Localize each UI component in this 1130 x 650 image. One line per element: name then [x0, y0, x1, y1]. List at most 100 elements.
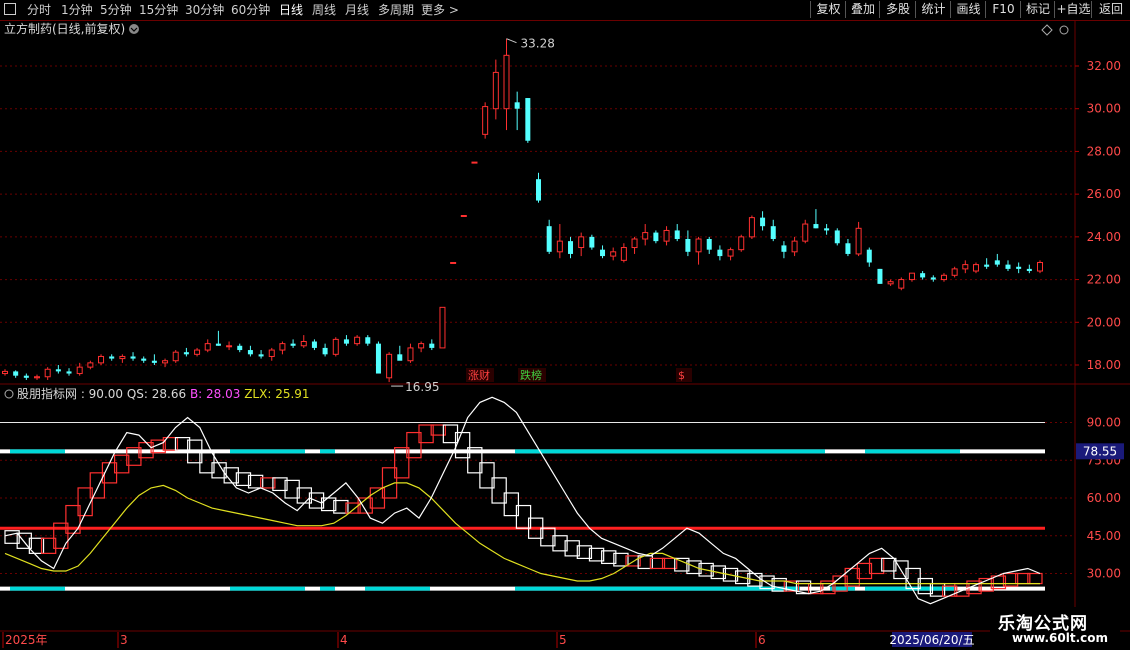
main-tick-label-5: 22.00 [1087, 273, 1121, 287]
period-tab-9[interactable]: 多周期 [378, 2, 414, 18]
toolbar-button-8[interactable]: 返回 [1091, 1, 1130, 18]
candle-body-83 [887, 281, 894, 285]
candle-body-31 [332, 338, 339, 355]
candle-body-95 [1016, 266, 1022, 269]
candle-body-14 [151, 360, 157, 363]
candle-body-77 [824, 228, 830, 231]
candle-body-81 [866, 249, 872, 263]
watermark-url: www.60lt.com [1012, 631, 1109, 645]
diamond-icon [1041, 24, 1053, 36]
candle-body-69 [738, 236, 745, 251]
candle-body-96 [1026, 268, 1032, 272]
candle-body-22 [237, 345, 243, 351]
candle-body-32 [343, 339, 349, 344]
toolbar-button-0[interactable]: 复权 [810, 1, 846, 18]
candle-body-45 [482, 106, 489, 135]
x-axis-label-0: 2025年 [5, 633, 48, 647]
candle-body-84 [898, 279, 905, 289]
candle-body-37 [397, 354, 403, 361]
toolbar-button-4[interactable]: 画线 [950, 1, 986, 18]
candle-body-6 [66, 371, 72, 374]
main-tick-label-6: 20.00 [1087, 315, 1121, 329]
candle-body-1 [13, 371, 19, 376]
period-tab-10[interactable]: 更多 > [421, 2, 459, 18]
candle-body-66 [706, 238, 712, 250]
candle-body-70 [748, 217, 755, 238]
toolbar-button-2[interactable]: 多股 [879, 1, 916, 18]
main-tick-label-7: 18.00 [1087, 358, 1121, 372]
candle-body-94 [1005, 264, 1011, 269]
period-tab-5[interactable]: 60分钟 [231, 2, 270, 18]
candle-body-60 [642, 232, 649, 240]
candle-body-56 [600, 249, 606, 257]
candle-body-59 [631, 238, 638, 249]
candle-body-68 [727, 249, 734, 257]
candle-body-74 [791, 240, 798, 253]
candle-body-7 [76, 366, 83, 375]
main-tick-label-3: 26.00 [1087, 187, 1121, 201]
marker-label-2: $ [678, 369, 685, 382]
candle-body-49 [525, 98, 531, 141]
indicator-collapse-icon [4, 389, 14, 399]
period-tab-6[interactable]: 日线 [279, 2, 303, 18]
candle-body-82 [877, 268, 883, 284]
candle-body-50 [536, 179, 542, 201]
candle-body-78 [834, 230, 840, 244]
x-axis-label-2: 4 [340, 633, 348, 647]
candle-body-73 [781, 245, 787, 252]
candle-body-64 [685, 238, 691, 252]
indicator-header-part-3: ZLX: 25.91 [244, 387, 309, 401]
candle-body-19 [204, 343, 211, 351]
candle-body-79 [845, 243, 851, 254]
period-tab-4[interactable]: 30分钟 [185, 2, 224, 18]
candle-body-89 [951, 268, 958, 276]
candle-body-86 [920, 273, 926, 278]
candle-body-23 [247, 350, 253, 355]
candle-body-58 [620, 247, 627, 261]
marker-label-1: 跌榜 [520, 368, 542, 382]
period-tab-3[interactable]: 15分钟 [139, 2, 178, 18]
candle-body-80 [855, 227, 862, 255]
toolbar-button-7[interactable]: +自选 [1054, 1, 1092, 18]
candle-body-2 [23, 375, 29, 378]
candle-body-63 [674, 230, 680, 239]
candle-body-11 [119, 355, 126, 360]
high-arrow [506, 38, 517, 44]
candle-body-21 [226, 345, 233, 348]
candle-body-3 [34, 376, 41, 379]
candle-body-46 [492, 71, 499, 110]
candle-body-88 [940, 274, 947, 281]
period-tab-1[interactable]: 1分钟 [61, 2, 93, 18]
candle-body-85 [908, 272, 915, 281]
period-tab-8[interactable]: 月线 [345, 2, 369, 18]
candle-body-10 [109, 356, 115, 359]
candle-body-53 [568, 241, 574, 254]
candle-body-52 [556, 240, 563, 253]
candle-body-51 [546, 226, 552, 252]
main-panel-title: 立方制药(日线,前复权) [4, 21, 125, 36]
toolbar-button-3[interactable]: 统计 [915, 1, 951, 18]
cursor-date-label: 2025/06/20/五 [889, 633, 974, 647]
candle-body-92 [984, 264, 990, 267]
low-label: 16.95 [405, 380, 439, 394]
period-tab-7[interactable]: 周线 [312, 2, 336, 18]
candle-body-20 [215, 343, 221, 346]
candle-body-28 [300, 341, 307, 347]
candle-body-43 [460, 215, 467, 217]
toolbar-button-1[interactable]: 叠加 [845, 1, 880, 18]
x-axis-label-4: 6 [758, 633, 766, 647]
toolbar-button-5[interactable]: F10 [985, 1, 1021, 18]
candle-body-40 [429, 343, 435, 348]
period-tab-0[interactable]: 分时 [27, 2, 51, 18]
candle-body-5 [55, 369, 61, 372]
toolbar-button-6[interactable]: 标记 [1020, 1, 1055, 18]
marker-label-0: 涨财 [468, 368, 490, 382]
app-menu-icon[interactable] [4, 3, 16, 15]
period-tab-2[interactable]: 5分钟 [100, 2, 132, 18]
watermark-logo: 乐淘公式网 www.60lt.com [990, 607, 1120, 647]
period-toolbar: 分时 1分钟 5分钟 15分钟 30分钟 60分钟 日线 周线 月线 多周期 更多 > 复权 叠加 多股统… [0, 0, 1130, 21]
candle-body-35 [375, 343, 381, 374]
candle-body-8 [87, 362, 94, 368]
x-axis-label-3: 5 [559, 633, 567, 647]
candle-body-55 [589, 236, 595, 248]
